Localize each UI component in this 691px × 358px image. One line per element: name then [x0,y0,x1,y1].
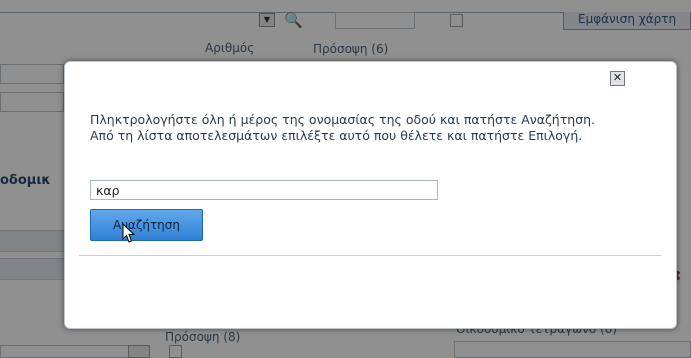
street-search-dialog: ✕ Πληκτρολογήστε όλη ή μέρος της ονομασί… [64,61,677,329]
close-icon[interactable]: ✕ [610,71,625,86]
search-button[interactable]: Αναζήτηση [90,209,203,241]
mouse-cursor-icon [122,223,136,243]
dialog-divider [79,255,661,256]
instructions-text: Πληκτρολογήστε όλη ή μέρος της ονομασίας… [90,112,595,143]
street-search-input[interactable] [90,180,438,200]
